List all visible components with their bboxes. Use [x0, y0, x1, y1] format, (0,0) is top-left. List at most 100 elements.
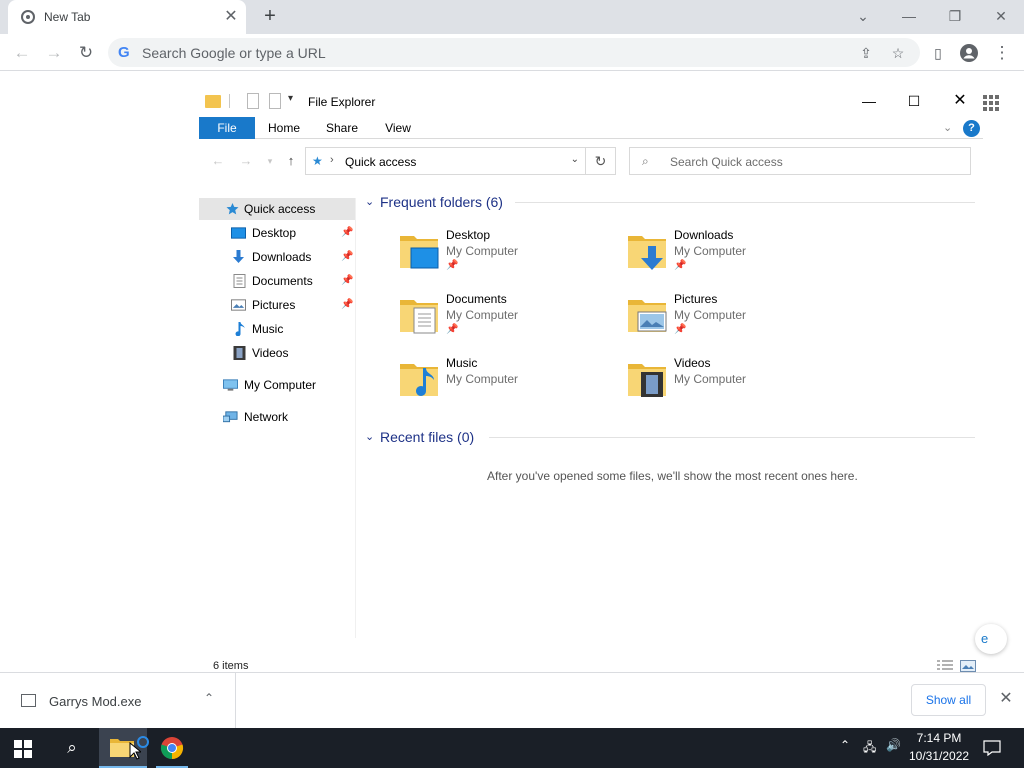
forward-button[interactable]: →	[41, 40, 67, 66]
desktop-folder-icon	[400, 236, 439, 269]
apps-grid-icon[interactable]	[983, 95, 999, 111]
file-explorer-taskbar-button[interactable]	[99, 728, 149, 768]
customize-toolbar-icon[interactable]: ▾	[288, 93, 293, 104]
volume-icon[interactable]: 🔊	[886, 738, 901, 752]
notifications-icon[interactable]	[983, 740, 1001, 756]
clock-time[interactable]: 7:14 PM	[916, 731, 962, 745]
new-folder-icon[interactable]	[269, 93, 281, 109]
network-status-icon[interactable]: 🖧	[863, 738, 876, 759]
sidebar-item-my-computer[interactable]: My Computer	[199, 374, 355, 396]
share-icon[interactable]: ⇪	[854, 41, 878, 65]
help-icon[interactable]: ?	[963, 120, 980, 137]
desktop-icon	[231, 227, 246, 239]
recent-locations-icon[interactable]: ▾	[261, 152, 279, 170]
frequent-folders-header[interactable]: Frequent folders (6)	[380, 194, 503, 210]
bookmark-star-icon[interactable]: ☆	[886, 41, 910, 65]
folder-tile-music[interactable]: Music My Computer	[399, 354, 619, 412]
folder-tile-documents[interactable]: Documents My Computer 📌	[399, 290, 619, 348]
tab-file[interactable]: File	[199, 117, 255, 139]
pictures-folder-icon	[628, 300, 667, 332]
sidebar-item-downloads[interactable]: Downloads 📌	[199, 246, 355, 268]
reload-button[interactable]: ↻	[73, 40, 99, 66]
window-title: File Explorer	[308, 95, 376, 109]
large-icons-view-icon[interactable]	[960, 659, 976, 673]
sidebar-item-desktop[interactable]: Desktop 📌	[199, 222, 355, 244]
address-text: Quick access	[345, 155, 417, 169]
tab-title: New Tab	[44, 10, 91, 24]
sidebar-item-pictures[interactable]: Pictures 📌	[199, 294, 355, 316]
pane-divider[interactable]	[355, 198, 356, 638]
folder-tile-videos[interactable]: Videos My Computer	[627, 354, 847, 412]
file-explorer-window: ▾ File Explorer — ☐ ✕ File Home Share Vi…	[199, 86, 1007, 682]
tab-share[interactable]: Share	[319, 117, 365, 139]
back-button[interactable]: ←	[9, 40, 35, 66]
show-all-button[interactable]: Show all	[911, 684, 986, 716]
tab-close-icon[interactable]: ✕	[222, 8, 240, 26]
pin-icon[interactable]: 📌	[341, 246, 353, 268]
new-tab-button[interactable]: +	[258, 5, 282, 29]
star-icon	[226, 203, 239, 215]
folder-name: Music	[446, 356, 478, 370]
search-icon: ⌕	[642, 154, 649, 168]
network-icon	[223, 411, 238, 423]
explorer-close-button[interactable]: ✕	[945, 90, 975, 112]
forward-arrow-icon[interactable]: →	[237, 152, 255, 170]
chrome-taskbar-button[interactable]	[148, 728, 196, 768]
back-arrow-icon[interactable]: ←	[209, 152, 227, 170]
address-bar[interactable]: ★ › Quick access ⌄	[305, 147, 586, 175]
clock-date[interactable]: 10/31/2022	[909, 749, 969, 763]
collapse-frequent-icon[interactable]: ⌄	[365, 195, 374, 208]
sidebar-item-label: Quick access	[244, 202, 316, 216]
section-divider	[489, 437, 975, 438]
properties-icon[interactable]	[247, 93, 259, 109]
mouse-cursor-icon	[129, 742, 141, 760]
browser-tab[interactable]: New Tab ✕	[8, 0, 246, 34]
close-downloads-icon[interactable]: ✕	[996, 689, 1016, 709]
chevron-up-icon[interactable]: ⌃	[204, 691, 214, 705]
folder-tile-desktop[interactable]: Desktop My Computer 📌	[399, 226, 619, 284]
explorer-minimize-button[interactable]: —	[854, 90, 884, 112]
close-window-button[interactable]: ✕	[988, 4, 1014, 28]
pin-icon: 📌	[674, 324, 687, 335]
address-dropdown-icon[interactable]: ⌄	[571, 154, 579, 165]
sidebar-item-videos[interactable]: Videos	[199, 342, 355, 364]
show-hidden-icons-icon[interactable]: ⌃	[840, 738, 850, 752]
omnibox[interactable]: G Search Google or type a URL ⇪ ☆	[108, 38, 920, 67]
refresh-button[interactable]: ↻	[586, 147, 616, 175]
search-icon[interactable]: ⌕	[56, 736, 88, 760]
folder-tile-downloads[interactable]: Downloads My Computer 📌	[627, 226, 847, 284]
folder-location: My Computer	[446, 308, 519, 322]
tab-home[interactable]: Home	[261, 117, 307, 139]
chrome-menu-icon[interactable]: ⋮	[989, 40, 1015, 66]
profile-avatar-icon[interactable]	[956, 40, 982, 66]
search-input[interactable]: ⌕ Search Quick access	[629, 147, 971, 175]
expand-ribbon-icon[interactable]: ⌄	[943, 121, 952, 134]
tab-search-icon[interactable]: ⌄	[850, 4, 876, 28]
restore-button[interactable]: ❐	[942, 4, 968, 28]
chrome-customize-peek-button[interactable]: e	[975, 624, 1007, 654]
recent-files-header[interactable]: Recent files (0)	[380, 429, 474, 445]
windows-start-icon[interactable]	[14, 740, 32, 758]
side-panel-icon[interactable]: ▯	[925, 40, 951, 66]
sidebar-item-network[interactable]: Network	[199, 406, 355, 428]
collapse-recent-icon[interactable]: ⌄	[365, 430, 374, 443]
explorer-maximize-button[interactable]: ☐	[899, 90, 929, 112]
downloads-bar: Garrys Mod.exe ⌃ Show all ✕	[0, 672, 1024, 728]
sidebar-item-documents[interactable]: Documents 📌	[199, 270, 355, 292]
minimize-button[interactable]: —	[896, 4, 922, 28]
folder-tile-pictures[interactable]: Pictures My Computer 📌	[627, 290, 847, 348]
breadcrumb-chevron-icon[interactable]: ›	[330, 154, 334, 166]
tab-view[interactable]: View	[377, 117, 419, 139]
up-arrow-icon[interactable]: ↑	[282, 152, 300, 170]
pin-icon[interactable]: 📌	[341, 294, 353, 316]
pin-icon[interactable]: 📌	[341, 222, 353, 244]
details-view-icon[interactable]	[937, 659, 953, 673]
sidebar-item-quick-access[interactable]: Quick access	[199, 198, 355, 220]
pin-icon[interactable]: 📌	[341, 270, 353, 292]
sidebar-item-music[interactable]: Music	[199, 318, 355, 340]
downloads-folder-icon	[628, 236, 666, 270]
sidebar-item-label: My Computer	[244, 378, 317, 392]
download-item[interactable]: Garrys Mod.exe ⌃	[0, 673, 236, 728]
sidebar-item-label: Desktop	[252, 226, 297, 240]
taskbar: ⌕ ⌃ 🖧 🔊 7:14 PM 10/31/2022	[0, 728, 1024, 768]
